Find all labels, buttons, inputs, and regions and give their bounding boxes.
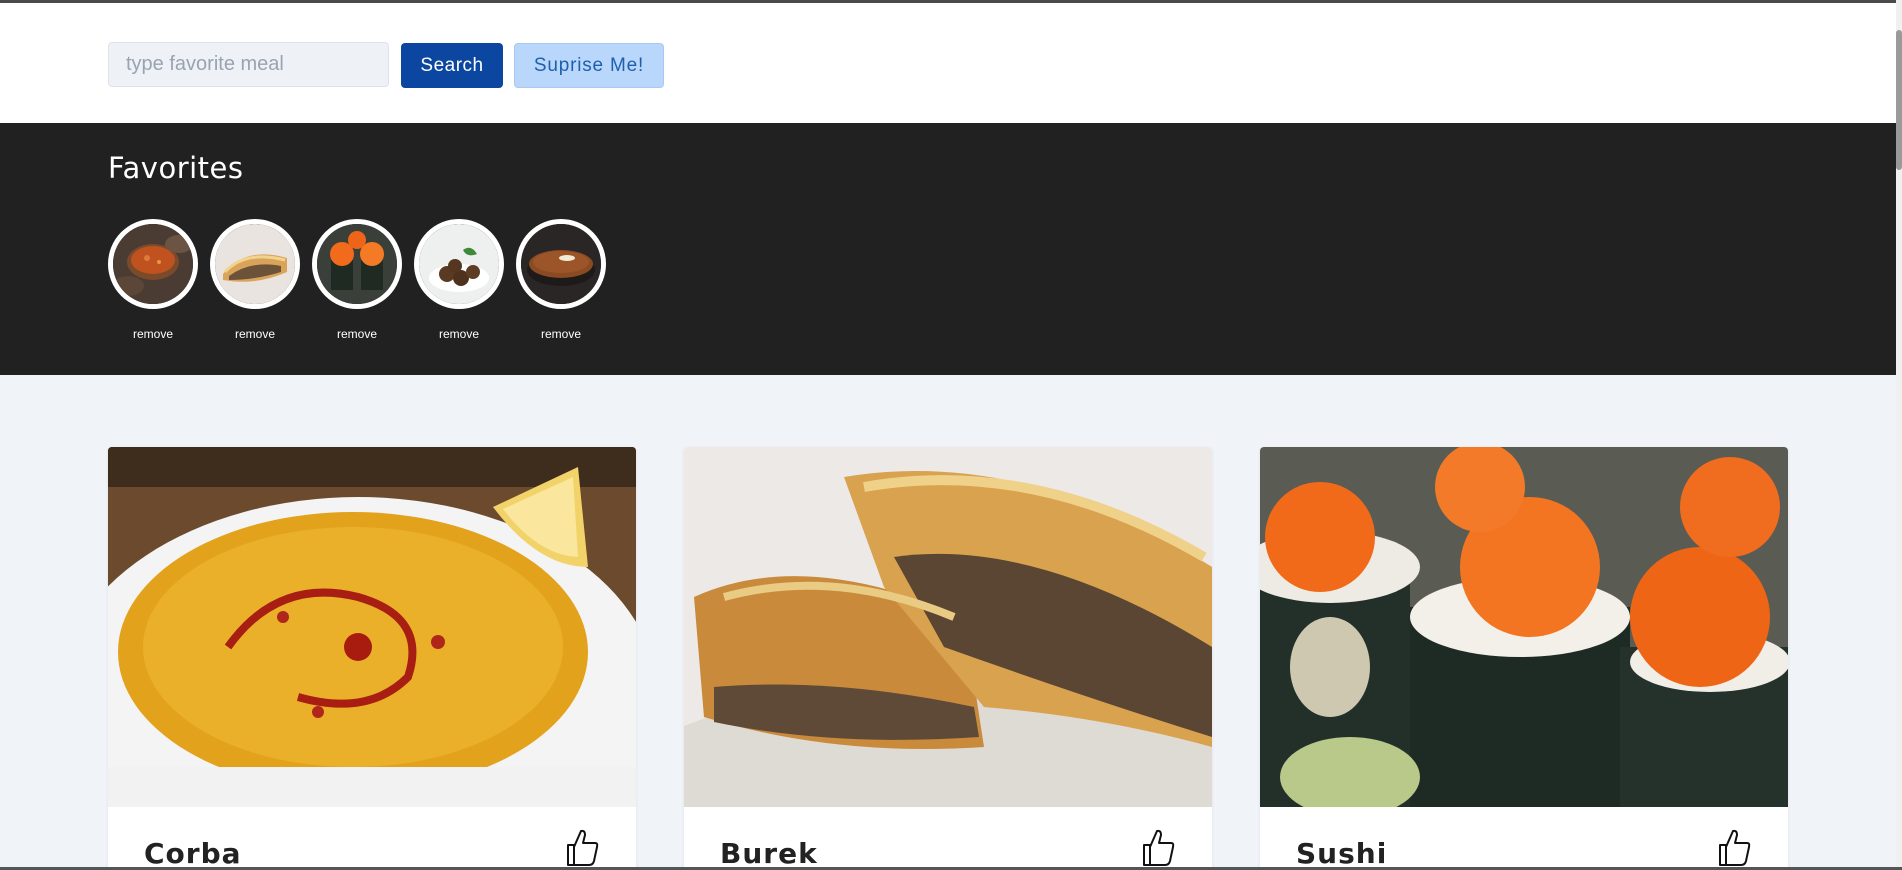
burek-pastry-image xyxy=(684,447,1212,807)
meal-card: Corba xyxy=(108,447,636,870)
sushi-image xyxy=(317,224,397,304)
favorites-list: remove remove remove remove remove xyxy=(108,219,606,341)
favorite-thumbnail-sushi[interactable] xyxy=(312,219,402,309)
thumbs-up-icon xyxy=(567,829,599,866)
search-input[interactable] xyxy=(108,42,389,87)
meal-image xyxy=(1260,447,1788,807)
like-button[interactable] xyxy=(1716,827,1752,867)
favorite-item: remove xyxy=(312,219,402,341)
meal-image xyxy=(684,447,1212,807)
favorites-section: Favorites remove remove remove remove re… xyxy=(0,123,1900,375)
like-button[interactable] xyxy=(1140,827,1176,867)
favorite-thumbnail-pastry[interactable] xyxy=(210,219,300,309)
thumbs-up-icon xyxy=(1719,829,1751,866)
meal-name: Corba xyxy=(144,837,242,870)
remove-favorite-button[interactable]: remove xyxy=(439,327,479,341)
remove-favorite-button[interactable]: remove xyxy=(337,327,377,341)
favorite-thumbnail-soup[interactable] xyxy=(108,219,198,309)
meal-card: Sushi xyxy=(1260,447,1788,870)
sushi-rolls-image xyxy=(1260,447,1788,807)
remove-favorite-button[interactable]: remove xyxy=(235,327,275,341)
favorite-item: remove xyxy=(108,219,198,341)
meal-card: Burek xyxy=(684,447,1212,870)
pie-image xyxy=(521,224,601,304)
meal-name: Sushi xyxy=(1296,837,1388,870)
search-header: Search Suprise Me! xyxy=(0,3,1900,123)
meatballs-image xyxy=(419,224,499,304)
favorite-item: remove xyxy=(210,219,300,341)
favorites-title: Favorites xyxy=(108,151,244,185)
pastry-image xyxy=(215,224,295,304)
surprise-me-button[interactable]: Suprise Me! xyxy=(514,43,664,88)
soup-bowls-image xyxy=(113,224,193,304)
remove-favorite-button[interactable]: remove xyxy=(133,327,173,341)
meals-grid: Corba Burek Sushi xyxy=(108,447,1788,870)
thumbs-up-icon xyxy=(1143,829,1175,866)
like-button[interactable] xyxy=(564,827,600,867)
lentil-soup-image xyxy=(108,447,636,807)
favorite-item: remove xyxy=(414,219,504,341)
favorite-thumbnail-meatballs[interactable] xyxy=(414,219,504,309)
vertical-scrollbar[interactable] xyxy=(1896,0,1902,870)
scrollbar-thumb[interactable] xyxy=(1896,30,1902,170)
remove-favorite-button[interactable]: remove xyxy=(541,327,581,341)
favorite-item: remove xyxy=(516,219,606,341)
meal-name: Burek xyxy=(720,837,818,870)
search-button[interactable]: Search xyxy=(401,43,503,88)
meal-image xyxy=(108,447,636,807)
favorite-thumbnail-pie[interactable] xyxy=(516,219,606,309)
